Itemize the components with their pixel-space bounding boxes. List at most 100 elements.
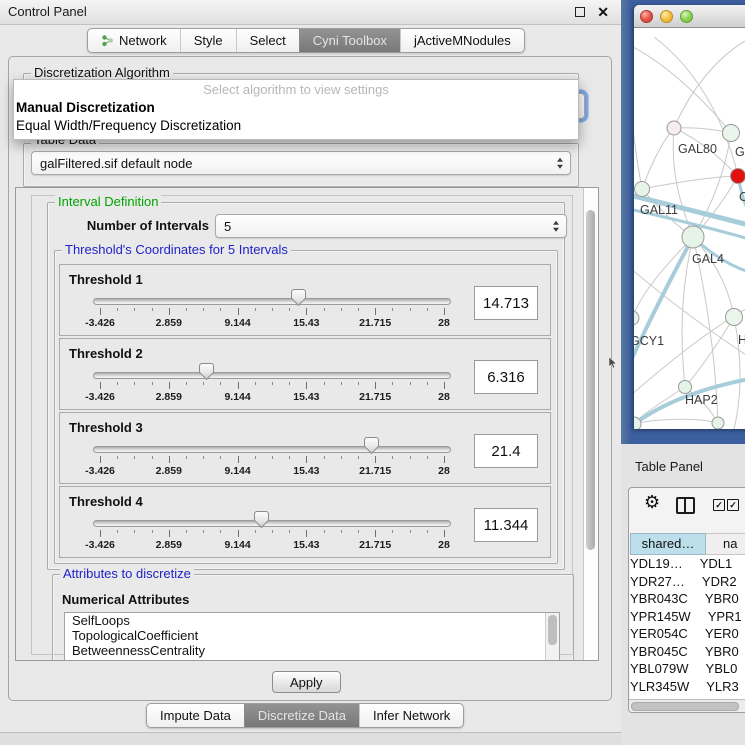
- node-label: HAP2: [685, 393, 718, 407]
- tick-mark: [134, 308, 135, 311]
- network-node-gal80[interactable]: [667, 121, 681, 135]
- tick-label: 2.859: [156, 539, 182, 551]
- column-header-name[interactable]: na: [706, 533, 745, 555]
- horizontal-scrollbar-thumb[interactable]: [631, 702, 739, 711]
- table-row[interactable]: YDL19…YDL1: [630, 555, 745, 573]
- cell-name[interactable]: YPR1: [691, 608, 745, 626]
- network-node-gcy1[interactable]: [634, 311, 639, 325]
- cell-name[interactable]: YBR0: [688, 590, 745, 608]
- cell-shared-name[interactable]: YBR043C: [630, 590, 688, 608]
- popup-prompt-item[interactable]: Select algorithm to view settings: [14, 80, 578, 99]
- table-row[interactable]: YLR345WYLR3: [630, 678, 745, 696]
- cell-shared-name[interactable]: YDR27…: [630, 573, 685, 591]
- close-traffic-light[interactable]: [640, 10, 653, 23]
- table-data-combobox[interactable]: galFiltered.sif default node: [31, 151, 571, 175]
- tab-jactivemnodules[interactable]: jActiveMNodules: [400, 29, 524, 52]
- algorithm-option-manual-discretization[interactable]: Manual Discretization: [14, 99, 578, 117]
- tick-mark: [134, 456, 135, 459]
- slider-range: -3.4262.8599.14415.4321.71528: [100, 265, 444, 337]
- cell-name[interactable]: YER0: [688, 625, 745, 643]
- table-row[interactable]: YBL079WYBL0: [630, 660, 745, 678]
- tab-impute-data[interactable]: Impute Data: [147, 704, 244, 727]
- cell-name[interactable]: YDR2: [685, 573, 745, 591]
- list-item-betweennesscentrality[interactable]: BetweennessCentrality: [65, 643, 559, 658]
- tab-discretize-data[interactable]: Discretize Data: [244, 704, 359, 727]
- cell-shared-name[interactable]: YER054C: [630, 625, 688, 643]
- table-row[interactable]: YBR045CYBR0: [630, 643, 745, 661]
- threshold-value-field[interactable]: 21.4: [474, 434, 538, 468]
- tick-mark: [255, 308, 256, 311]
- tick-mark: [272, 382, 273, 385]
- cell-shared-name[interactable]: YDL19…: [630, 555, 683, 573]
- list-scrollbar[interactable]: [545, 613, 559, 661]
- apply-button[interactable]: Apply: [272, 671, 341, 693]
- zoom-traffic-light[interactable]: [680, 10, 693, 23]
- network-node-ga[interactable]: [723, 125, 740, 142]
- tick-mark: [306, 308, 307, 315]
- table-row[interactable]: YBR043CYBR0: [630, 590, 745, 608]
- tab-select[interactable]: Select: [236, 29, 299, 52]
- tick-mark: [392, 382, 393, 385]
- cell-shared-name[interactable]: YBR045C: [630, 643, 688, 661]
- network-edge: [634, 67, 642, 189]
- combo-arrows-icon: [557, 158, 563, 169]
- cell-shared-name[interactable]: YBL079W: [630, 660, 689, 678]
- network-node-c[interactable]: [731, 169, 745, 184]
- threshold-row-4: Threshold 4-3.4262.8599.14415.4321.71528…: [59, 486, 551, 558]
- tick-label: 15.43: [293, 539, 319, 551]
- column-layout-icon[interactable]: [676, 497, 695, 514]
- checkbox-icon[interactable]: ✓: [727, 499, 739, 511]
- tick-label: 21.715: [359, 391, 391, 403]
- cell-name[interactable]: YBL0: [689, 660, 745, 678]
- tick-mark: [152, 530, 153, 533]
- tick-mark: [358, 308, 359, 311]
- cell-shared-name[interactable]: YPR145W: [630, 608, 691, 626]
- tab-cyni-toolbox[interactable]: Cyni Toolbox: [299, 29, 400, 52]
- cell-name[interactable]: YLR3: [689, 678, 745, 696]
- close-icon[interactable]: ✕: [597, 2, 609, 22]
- tick-mark: [272, 456, 273, 459]
- table-row[interactable]: YDR27…YDR2: [630, 573, 745, 591]
- cell-name[interactable]: YBR0: [688, 643, 745, 661]
- table-row[interactable]: YPR145WYPR1: [630, 608, 745, 626]
- threshold-value-field[interactable]: 6.316: [474, 360, 538, 394]
- minimize-traffic-light[interactable]: [660, 10, 673, 23]
- float-window-icon[interactable]: [575, 7, 585, 17]
- tick-label: 21.715: [359, 317, 391, 329]
- checkbox-icon[interactable]: ✓: [713, 499, 725, 511]
- settings-scroll-area: Interval Definition Number of Intervals …: [15, 187, 599, 661]
- network-node-hap2[interactable]: [679, 381, 692, 394]
- cell-shared-name[interactable]: YLR345W: [630, 678, 689, 696]
- tab-style[interactable]: Style: [180, 29, 236, 52]
- vertical-scrollbar-thumb[interactable]: [586, 210, 595, 550]
- slider-thumb[interactable]: [291, 289, 306, 306]
- list-scrollbar-thumb[interactable]: [548, 615, 557, 645]
- threshold-value-field[interactable]: 14.713: [474, 286, 538, 320]
- column-header-shared-name[interactable]: shared…: [630, 533, 706, 555]
- cell-name[interactable]: YDL1: [683, 555, 745, 573]
- tick-mark: [220, 308, 221, 311]
- numerical-attributes-list[interactable]: SelfLoopsTopologicalCoefficientBetweenne…: [64, 612, 560, 661]
- list-item-selfloops[interactable]: SelfLoops: [65, 613, 559, 628]
- slider-thumb[interactable]: [199, 363, 214, 380]
- network-window-titlebar[interactable]: [634, 5, 745, 28]
- tick-mark: [427, 530, 428, 533]
- vertical-scrollbar[interactable]: [583, 188, 598, 660]
- table-row[interactable]: YER054CYER0: [630, 625, 745, 643]
- list-item-topologicalcoefficient[interactable]: TopologicalCoefficient: [65, 628, 559, 643]
- tab-network[interactable]: Network: [88, 29, 180, 52]
- control-panel-titlebar[interactable]: Control Panel ✕: [0, 0, 621, 25]
- network-node-h[interactable]: [726, 309, 743, 326]
- network-canvas[interactable]: GAL80GACGAL11GAL4GCY1HHAP2: [634, 27, 745, 429]
- algorithm-option-equal-width-frequency-discretization[interactable]: Equal Width/Frequency Discretization: [14, 117, 578, 135]
- tick-label: 9.144: [224, 317, 250, 329]
- horizontal-scrollbar[interactable]: [629, 699, 745, 713]
- network-node-gal4[interactable]: [682, 226, 704, 248]
- threshold-value-field[interactable]: 11.344: [474, 508, 538, 542]
- slider-thumb[interactable]: [254, 511, 269, 528]
- slider-thumb[interactable]: [364, 437, 379, 454]
- network-node-gal11[interactable]: [635, 182, 650, 197]
- gear-icon[interactable]: ⚙: [644, 492, 660, 513]
- tab-infer-network[interactable]: Infer Network: [359, 704, 463, 727]
- network-node[interactable]: [712, 417, 724, 429]
